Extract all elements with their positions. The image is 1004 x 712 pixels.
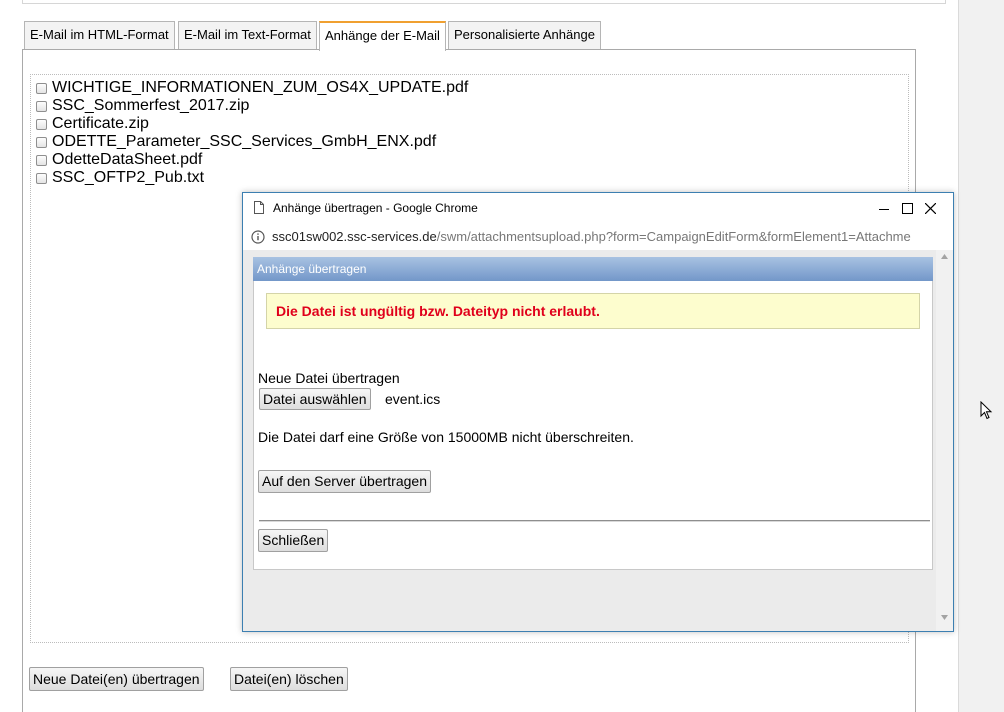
tab-personalized-attachments[interactable]: Personalisierte Anhänge bbox=[448, 21, 601, 50]
close-button[interactable]: Schließen bbox=[258, 529, 329, 552]
attachment-checkbox[interactable] bbox=[36, 118, 47, 130]
close-window-button[interactable] bbox=[907, 193, 953, 224]
attachment-checkbox[interactable] bbox=[36, 136, 47, 148]
list-item: SSC_Sommerfest_2017.zip bbox=[36, 97, 249, 115]
attachment-name: Certificate.zip bbox=[52, 115, 149, 132]
section-header: Anhänge übertragen bbox=[253, 257, 933, 281]
attachment-name: OdetteDataSheet.pdf bbox=[52, 151, 203, 168]
close-icon bbox=[924, 203, 936, 214]
popup-titlebar: Anhänge übertragen - Google Chrome bbox=[243, 193, 953, 224]
upload-popup-window: Anhänge übertragen - Google Chrome ssc01… bbox=[242, 192, 954, 632]
attachment-checkbox[interactable] bbox=[36, 82, 47, 94]
choose-file-button[interactable]: Datei auswählen bbox=[259, 388, 371, 410]
tab-text-format[interactable]: E-Mail im Text-Format bbox=[178, 21, 317, 50]
tab-html-format[interactable]: E-Mail im HTML-Format bbox=[24, 21, 175, 50]
url: ssc01sw002.ssc-services.de/swm/attachmen… bbox=[272, 224, 911, 250]
upload-to-server-button[interactable]: Auf den Server übertragen bbox=[258, 470, 431, 493]
list-item: OdetteDataSheet.pdf bbox=[36, 151, 202, 169]
scroll-up-arrow-icon[interactable] bbox=[941, 254, 948, 259]
info-icon[interactable] bbox=[251, 230, 265, 244]
popup-scrollbar[interactable] bbox=[936, 250, 953, 631]
mouse-cursor-icon bbox=[980, 401, 993, 420]
delete-files-button[interactable]: Datei(en) löschen bbox=[230, 667, 348, 691]
outer-scrollbar-area bbox=[958, 0, 1004, 712]
attachment-checkbox[interactable] bbox=[36, 100, 47, 112]
top-frame bbox=[22, 0, 946, 4]
section-body: Die Datei ist ungültig bzw. Dateityp nic… bbox=[253, 281, 933, 570]
address-bar[interactable]: ssc01sw002.ssc-services.de/swm/attachmen… bbox=[243, 224, 953, 250]
new-file-label: Neue Datei übertragen bbox=[258, 370, 400, 386]
popup-window-title: Anhänge übertragen - Google Chrome bbox=[273, 201, 478, 215]
attachment-checkbox[interactable] bbox=[36, 172, 47, 184]
attachment-name: ODETTE_Parameter_SSC_Services_GmbH_ENX.p… bbox=[52, 133, 437, 150]
size-limit-note: Die Datei darf eine Größe von 15000MB ni… bbox=[258, 429, 634, 445]
divider bbox=[259, 520, 930, 522]
list-item: Certificate.zip bbox=[36, 115, 149, 133]
url-host: ssc01sw002.ssc-services.de bbox=[272, 229, 437, 244]
page-icon bbox=[254, 201, 264, 214]
attachment-name: SSC_Sommerfest_2017.zip bbox=[52, 97, 250, 114]
upload-files-button[interactable]: Neue Datei(en) übertragen bbox=[29, 667, 204, 691]
list-item: WICHTIGE_INFORMATIONEN_ZUM_OS4X_UPDATE.p… bbox=[36, 79, 468, 97]
attachment-name: WICHTIGE_INFORMATIONEN_ZUM_OS4X_UPDATE.p… bbox=[52, 79, 469, 96]
attachment-checkbox[interactable] bbox=[36, 154, 47, 166]
url-path: /swm/attachmentsupload.php?form=Campaign… bbox=[436, 229, 911, 244]
popup-content: Anhänge übertragen Die Datei ist ungülti… bbox=[243, 250, 953, 631]
attachment-name: SSC_OFTP2_Pub.txt bbox=[52, 169, 205, 186]
list-item: SSC_OFTP2_Pub.txt bbox=[36, 169, 204, 187]
list-item: ODETTE_Parameter_SSC_Services_GmbH_ENX.p… bbox=[36, 133, 436, 151]
error-message: Die Datei ist ungültig bzw. Dateityp nic… bbox=[266, 293, 920, 329]
tab-attachments[interactable]: Anhänge der E-Mail bbox=[319, 21, 446, 51]
scroll-down-arrow-icon[interactable] bbox=[941, 615, 948, 620]
chosen-file-name: event.ics bbox=[385, 391, 441, 407]
